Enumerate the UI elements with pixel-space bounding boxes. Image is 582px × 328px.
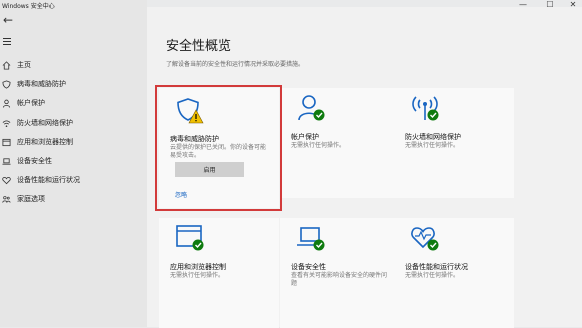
heart-icon [2,176,11,185]
tile-description: 无需执行任何操作。 [405,142,460,149]
sidebar-item-firewall[interactable]: 防火墙和网络保护 [0,115,147,131]
sidebar-item-device-security[interactable]: 设备安全性 [0,153,147,169]
tile-title: 设备安全性 [291,263,326,271]
sidebar: Windows 安全中心 ← 主页 病毒和威胁防护 帐户保护 防火墙和网络保护 … [0,0,147,327]
sidebar-item-label: 家庭选项 [17,195,45,203]
sidebar-item-label: 防火墙和网络保护 [17,119,73,127]
browser-icon [2,138,11,147]
tile-account-protection[interactable]: 帐户保护 无需执行任何操作。 [280,88,400,198]
sidebar-item-home[interactable]: 主页 [0,57,147,73]
sidebar-item-label: 设备安全性 [17,157,52,165]
sidebar-item-label: 帐户保护 [17,99,45,107]
back-arrow-icon[interactable]: ← [3,14,13,26]
browser-check-icon [176,225,204,251]
tile-description: 无需执行任何操作。 [291,142,346,149]
tile-app-browser-control[interactable]: 应用和浏览器控制 无需执行任何操作。 [159,218,279,328]
window-title: Windows 安全中心 [2,3,55,10]
laptop-icon [2,157,11,166]
tile-title: 应用和浏览器控制 [170,263,226,271]
tile-description: 无需执行任何操作。 [170,272,225,279]
tile-firewall[interactable]: 防火墙和网络保护 无需执行任何操作。 [394,88,514,198]
sidebar-item-family-options[interactable]: 家庭选项 [0,191,147,207]
person-check-icon [298,95,325,121]
sidebar-item-label: 设备性能和运行状况 [17,176,80,184]
sidebar-item-label: 主页 [17,61,31,69]
sidebar-item-label: 应用和浏览器控制 [17,138,73,146]
heart-check-icon [411,227,439,251]
sidebar-item-app-browser-control[interactable]: 应用和浏览器控制 [0,134,147,150]
sidebar-item-virus-protection[interactable]: 病毒和威胁防护 [0,76,147,92]
tile-title: 设备性能和运行状况 [405,263,468,271]
sidebar-item-label: 病毒和威胁防护 [17,80,66,88]
page-title: 安全性概览 [166,39,232,54]
laptop-check-icon [297,227,325,251]
wifi-icon [2,119,11,128]
sidebar-item-account-protection[interactable]: 帐户保护 [0,95,147,111]
home-icon [2,60,11,70]
highlight-box [155,85,282,211]
family-icon [2,195,11,204]
sidebar-item-device-performance[interactable]: 设备性能和运行状况 [0,172,147,188]
tile-device-performance[interactable]: 设备性能和运行状况 无需执行任何操作。 [394,218,514,328]
tile-device-security[interactable]: 设备安全性 查看有关可能影响设备安全的硬件问题 [280,218,400,328]
tile-title: 防火墙和网络保护 [405,133,461,141]
person-icon [2,99,11,108]
shield-icon [2,79,11,89]
tile-description: 无需执行任何操作。 [405,272,460,279]
hamburger-menu-icon[interactable] [3,38,11,47]
tile-description: 查看有关可能影响设备安全的硬件问题 [291,272,388,287]
wifi-check-icon [412,96,439,121]
tile-title: 帐户保护 [291,133,319,141]
page-subtitle: 了解设备当前的安全性和运行情况并采取必要措施。 [166,61,305,68]
